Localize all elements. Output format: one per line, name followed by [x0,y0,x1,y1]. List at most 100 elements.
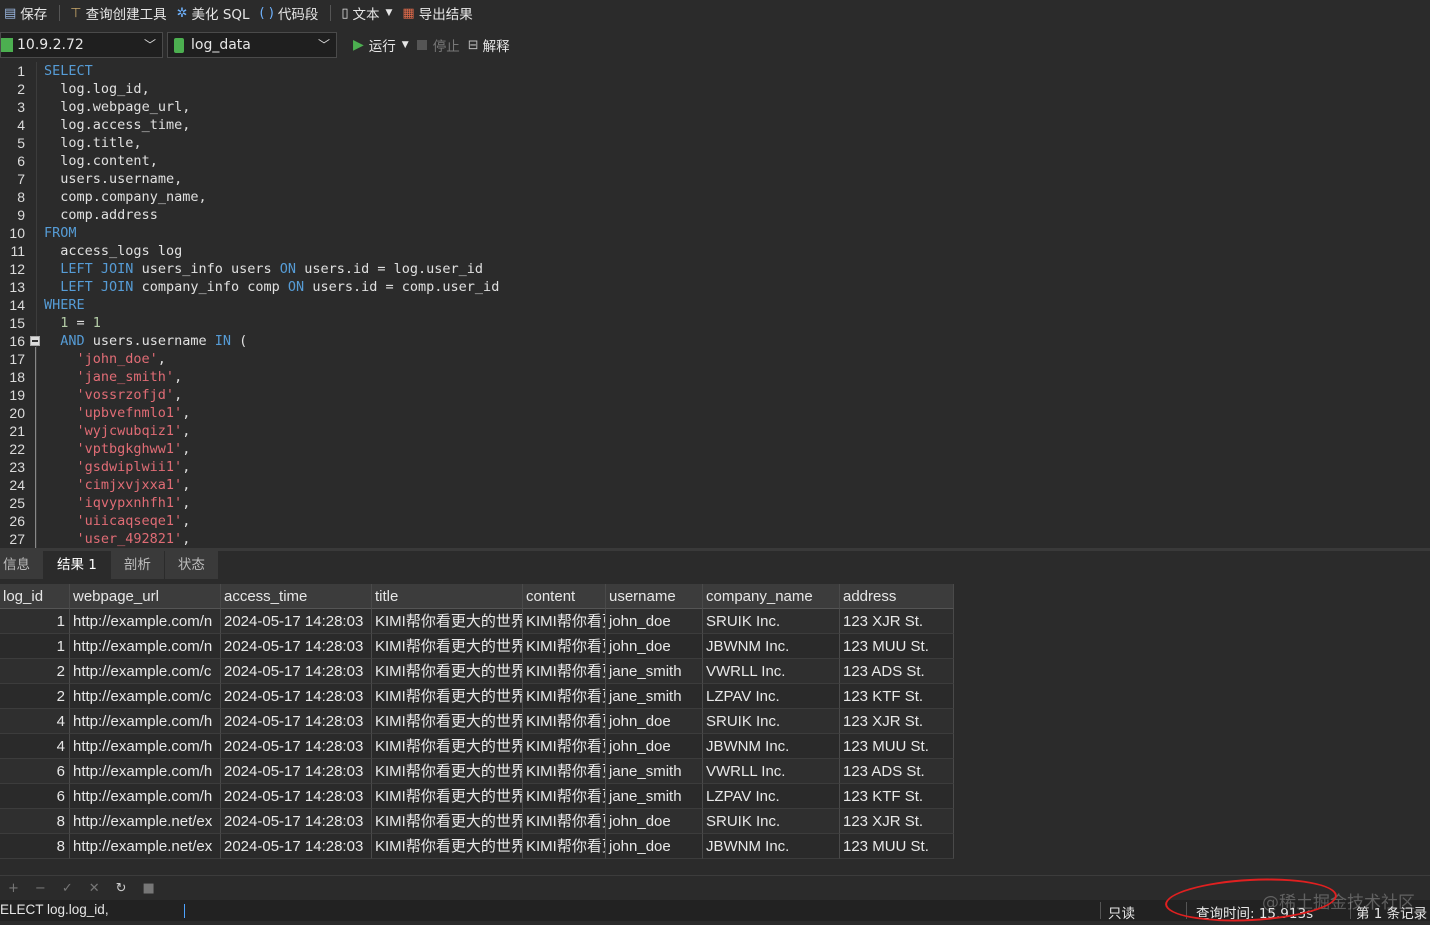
stop-button[interactable]: 停止 [416,35,460,55]
result-grid[interactable]: log_id webpage_url access_time title content… [0,584,954,859]
code-line[interactable]: log.log_id, [44,81,149,97]
beautify-sql-button[interactable]: ✲ 美化 SQL [173,0,256,26]
table-cell[interactable]: 123 MUU St. [840,634,954,659]
code-line[interactable]: 'cimjxvjxxa1', [44,477,191,493]
column-header-title[interactable]: title [372,584,523,609]
table-cell[interactable]: jane_smith [606,684,703,709]
table-cell[interactable]: 6 [0,784,70,809]
table-cell[interactable]: KIMI帮你看更大的世界 [372,709,523,734]
table-row[interactable]: 8 http://example.net/ex 2024-05-17 14:28:0… [0,809,954,834]
snippet-button[interactable]: ( ) 代码段 [256,0,325,26]
table-cell[interactable]: 6 [0,759,70,784]
table-cell[interactable]: KIMI帮你看更 [523,684,606,709]
table-cell[interactable]: http://example.net/ex [70,834,221,859]
code-line[interactable]: 'gsdwiplwii1', [44,459,191,475]
table-cell[interactable]: 8 [0,834,70,859]
code-line[interactable]: 'upbvefnmlo1', [44,405,191,421]
table-cell[interactable]: VWRLL Inc. [703,659,840,684]
tab-profile[interactable]: 剖析 [110,551,165,579]
table-cell[interactable]: KIMI帮你看更 [523,734,606,759]
text-button[interactable]: ▯ 文本 ▼ [337,0,398,26]
table-cell[interactable]: jane_smith [606,759,703,784]
table-cell[interactable]: KIMI帮你看更大的世界 [372,634,523,659]
code-line[interactable]: 'uiicaqseqe1', [44,513,191,529]
table-cell[interactable]: 2024-05-17 14:28:03 [221,709,372,734]
table-cell[interactable]: SRUIK Inc. [703,609,840,634]
table-cell[interactable]: 123 XJR St. [840,709,954,734]
column-header-webpage-url[interactable]: webpage_url [70,584,221,609]
table-cell[interactable]: KIMI帮你看更 [523,834,606,859]
code-line[interactable]: log.content, [44,153,158,169]
tab-status[interactable]: 状态 [164,551,219,579]
table-cell[interactable]: 4 [0,709,70,734]
code-line[interactable]: WHERE [44,297,85,313]
table-cell[interactable]: KIMI帮你看更大的世界 [372,834,523,859]
code-line[interactable]: SELECT [44,63,93,79]
column-header-log-id[interactable]: log_id [0,584,70,609]
table-cell[interactable]: 4 [0,734,70,759]
table-cell[interactable]: SRUIK Inc. [703,709,840,734]
tab-info[interactable]: 信息 [0,551,44,579]
table-cell[interactable]: http://example.com/h [70,734,221,759]
code-line[interactable]: AND users.username IN ( [44,333,247,349]
code-line[interactable]: 'john_doe', [44,351,166,367]
table-cell[interactable]: KIMI帮你看更大的世界 [372,659,523,684]
table-cell[interactable]: KIMI帮你看更 [523,809,606,834]
code-line[interactable]: users.username, [44,171,182,187]
table-cell[interactable]: 2 [0,659,70,684]
column-header-company-name[interactable]: company_name [703,584,840,609]
table-cell[interactable]: KIMI帮你看更 [523,709,606,734]
table-cell[interactable]: john_doe [606,834,703,859]
table-cell[interactable]: http://example.com/c [70,659,221,684]
table-cell[interactable]: 1 [0,609,70,634]
table-cell[interactable]: 2024-05-17 14:28:03 [221,759,372,784]
code-line[interactable]: LEFT JOIN company_info comp ON users.id … [44,279,499,295]
table-row[interactable]: 1 http://example.com/n 2024-05-17 14:28:03… [0,609,954,634]
code-line[interactable]: log.title, [44,135,141,151]
table-cell[interactable]: LZPAV Inc. [703,784,840,809]
table-row[interactable]: 2 http://example.com/c 2024-05-17 14:28:03… [0,659,954,684]
code-line[interactable]: 'vptbgkghww1', [44,441,191,457]
table-cell[interactable]: SRUIK Inc. [703,809,840,834]
table-row[interactable]: 6 http://example.com/h 2024-05-17 14:28:03… [0,784,954,809]
table-row[interactable]: 2 http://example.com/c 2024-05-17 14:28:03… [0,684,954,709]
table-cell[interactable]: 2 [0,684,70,709]
table-cell[interactable]: KIMI帮你看更大的世界 [372,609,523,634]
code-line[interactable]: log.access_time, [44,117,190,133]
discard-icon[interactable]: ✕ [89,881,100,896]
table-cell[interactable]: KIMI帮你看更大的世界 [372,809,523,834]
code-line[interactable]: access_logs log [44,243,182,259]
apply-icon[interactable]: ✓ [62,881,73,896]
add-record-icon[interactable]: + [8,881,19,896]
table-cell[interactable]: 2024-05-17 14:28:03 [221,634,372,659]
table-cell[interactable]: 123 ADS St. [840,759,954,784]
table-cell[interactable]: http://example.com/h [70,759,221,784]
save-button[interactable]: ▤ 保存 [0,0,53,26]
table-cell[interactable]: http://example.com/h [70,784,221,809]
table-cell[interactable]: KIMI帮你看更大的世界 [372,734,523,759]
table-cell[interactable]: KIMI帮你看更 [523,634,606,659]
table-cell[interactable]: JBWNM Inc. [703,734,840,759]
stop-query-icon[interactable]: ■ [143,881,155,896]
table-row[interactable]: 4 http://example.com/h 2024-05-17 14:28:03… [0,709,954,734]
tab-result-1[interactable]: 结果 1 [44,551,111,579]
table-cell[interactable]: http://example.com/n [70,609,221,634]
table-cell[interactable]: VWRLL Inc. [703,759,840,784]
table-cell[interactable]: 2024-05-17 14:28:03 [221,809,372,834]
table-cell[interactable]: KIMI帮你看更大的世界 [372,784,523,809]
table-cell[interactable]: john_doe [606,809,703,834]
code-line[interactable]: 'iqvypxnhfh1', [44,495,191,511]
export-results-button[interactable]: ▦ 导出结果 [398,0,478,26]
code-line[interactable]: 1 = 1 [44,315,101,331]
table-cell[interactable]: 8 [0,809,70,834]
table-cell[interactable]: KIMI帮你看更 [523,609,606,634]
table-cell[interactable]: jane_smith [606,659,703,684]
table-cell[interactable]: 123 XJR St. [840,609,954,634]
table-row[interactable]: 4 http://example.com/h 2024-05-17 14:28:03… [0,734,954,759]
code-line[interactable]: 'jane_smith', [44,369,183,385]
table-row[interactable]: 6 http://example.com/h 2024-05-17 14:28:03… [0,759,954,784]
code-line[interactable]: 'vossrzofjd', [44,387,183,403]
table-cell[interactable]: john_doe [606,734,703,759]
table-cell[interactable]: 123 XJR St. [840,809,954,834]
table-cell[interactable]: KIMI帮你看更大的世界 [372,759,523,784]
